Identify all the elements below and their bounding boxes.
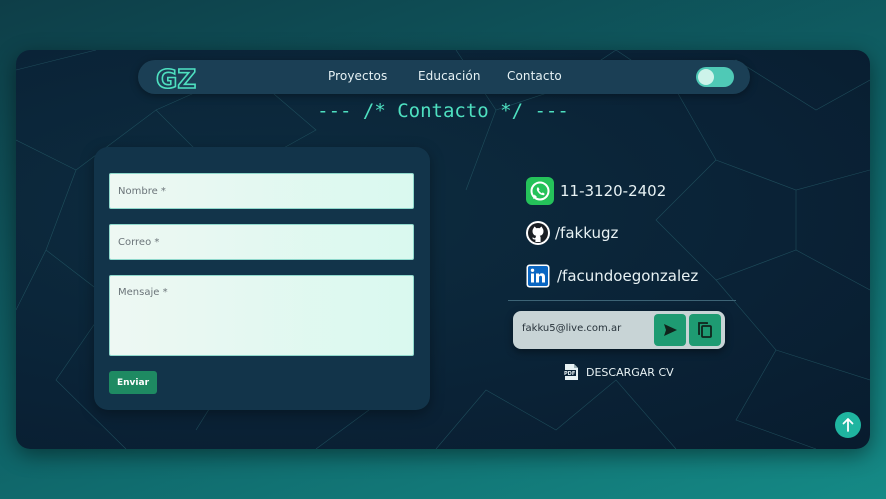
whatsapp-number: 11-3120-2402	[560, 182, 667, 200]
nav-item-contacto[interactable]: Contacto	[507, 69, 562, 83]
copy-email-button[interactable]	[689, 314, 721, 346]
name-input[interactable]	[109, 173, 414, 209]
email-input[interactable]	[109, 224, 414, 260]
linkedin-handle: /facundoegonzalez	[557, 267, 699, 285]
nav-item-proyectos[interactable]: Proyectos	[328, 69, 387, 83]
logo-text: GZ	[156, 65, 196, 92]
copy-icon	[698, 322, 712, 338]
download-cv-link[interactable]: PDF DESCARGAR CV	[562, 363, 674, 381]
email-box: fakku5@live.com.ar	[513, 311, 725, 349]
navbar: GZ Proyectos Educación Contacto	[138, 60, 750, 94]
section-title: --- /* Contacto */ ---	[317, 100, 569, 122]
github-icon	[526, 221, 550, 245]
arrow-up-icon	[842, 418, 854, 432]
scroll-top-button[interactable]	[835, 412, 861, 438]
app-frame: GZ Proyectos Educación Contacto --- /* C…	[16, 50, 870, 449]
send-icon	[664, 324, 677, 336]
email-address: fakku5@live.com.ar	[522, 323, 622, 334]
linkedin-link[interactable]: /facundoegonzalez	[526, 264, 698, 288]
nav-item-educacion[interactable]: Educación	[418, 69, 481, 83]
logo-icon[interactable]: GZ	[154, 62, 198, 92]
pdf-icon: PDF	[563, 364, 578, 380]
theme-toggle[interactable]	[696, 67, 734, 87]
linkedin-icon	[526, 264, 550, 288]
send-email-button[interactable]	[654, 314, 686, 346]
message-input[interactable]	[109, 275, 414, 356]
contact-form: Enviar	[94, 147, 430, 410]
github-link[interactable]: /fakkugz	[525, 220, 618, 246]
divider	[508, 300, 736, 301]
github-handle: /fakkugz	[555, 224, 619, 242]
send-button[interactable]: Enviar	[109, 371, 157, 394]
whatsapp-link[interactable]: 11-3120-2402	[525, 176, 666, 206]
toggle-knob	[698, 69, 714, 85]
download-cv-label: DESCARGAR CV	[586, 365, 674, 379]
whatsapp-icon	[526, 177, 554, 205]
svg-text:PDF: PDF	[564, 371, 575, 377]
